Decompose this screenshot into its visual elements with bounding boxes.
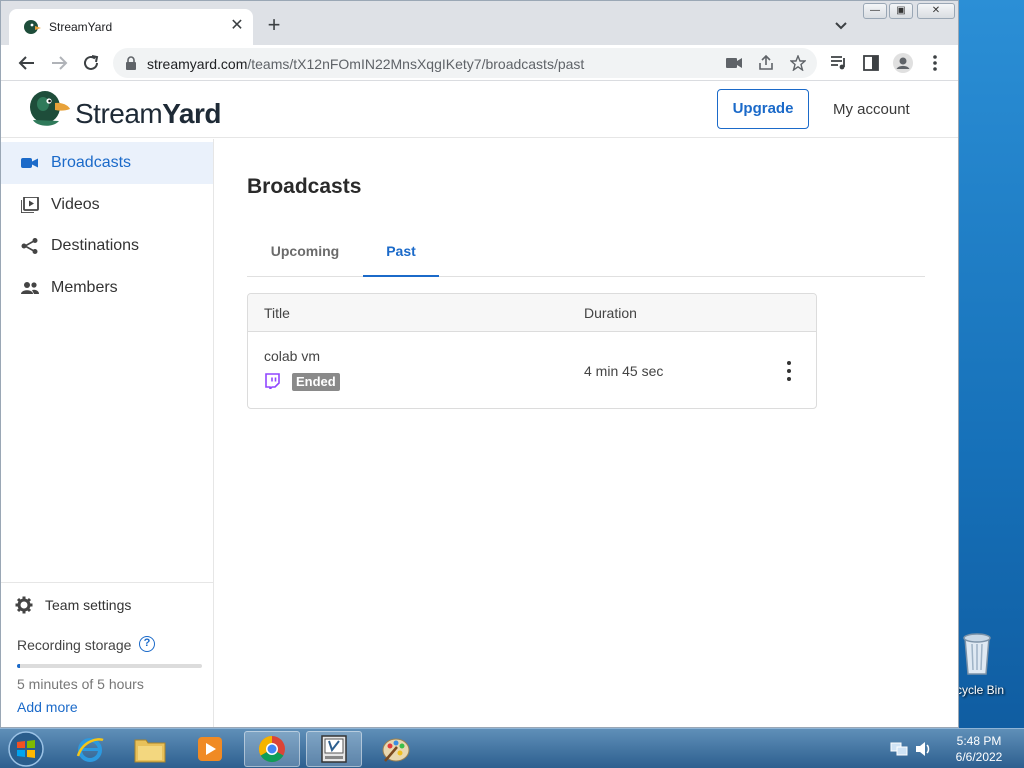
- window-controls: — ▣ ✕: [863, 1, 958, 21]
- sidebar-item-label: Destinations: [51, 237, 140, 254]
- maximize-icon[interactable]: ▣: [889, 3, 913, 19]
- sidebar-item-label: Videos: [51, 196, 100, 213]
- media-control-icon[interactable]: [827, 51, 851, 75]
- chrome-taskbar-icon[interactable]: [244, 731, 300, 767]
- close-window-icon[interactable]: ✕: [917, 3, 955, 19]
- sidebar-item-destinations[interactable]: Destinations: [1, 225, 213, 267]
- page-title: Broadcasts: [247, 175, 362, 198]
- profile-avatar-icon[interactable]: [891, 51, 915, 75]
- recycle-bin-icon: [963, 633, 991, 675]
- broadcast-duration: 4 min 45 sec: [584, 363, 664, 379]
- table-row[interactable]: colab vm Ended 4 min 45 sec: [248, 333, 816, 409]
- reload-icon[interactable]: [79, 51, 103, 75]
- browser-tab[interactable]: StreamYard ✕: [9, 9, 253, 45]
- more-options-icon[interactable]: [780, 359, 798, 383]
- streamyard-page: StreamYard Upgrade My account Broadcasts…: [1, 82, 958, 727]
- recycle-bin[interactable]: cycle Bin: [956, 630, 1024, 700]
- sidebar: Broadcasts Videos Destinations Members T…: [1, 139, 214, 727]
- system-clock[interactable]: 5:48 PM 6/6/2022: [944, 733, 1014, 765]
- sidebar-item-members[interactable]: Members: [1, 267, 213, 309]
- tab-past[interactable]: Past: [363, 227, 439, 277]
- gear-icon: [15, 596, 33, 614]
- sidebar-item-broadcasts[interactable]: Broadcasts: [1, 142, 213, 184]
- sidebar-item-videos[interactable]: Videos: [1, 184, 213, 226]
- internet-explorer-icon[interactable]: [62, 731, 118, 767]
- network-icon[interactable]: [890, 740, 908, 758]
- forward-icon[interactable]: [47, 51, 71, 75]
- browser-toolbar: streamyard.com/teams/tX12nFOmIN22MnsXqgI…: [1, 45, 958, 81]
- app-header: StreamYard Upgrade My account: [1, 82, 958, 138]
- logo-text: StreamYard: [75, 98, 221, 129]
- close-tab-icon[interactable]: ✕: [227, 16, 247, 36]
- url-host: streamyard.com: [147, 56, 248, 72]
- tab-strip: StreamYard ✕ + — ▣ ✕: [1, 1, 958, 45]
- sidebar-divider: [1, 582, 213, 583]
- storage-progress-fill: [17, 664, 21, 668]
- main-content: Broadcasts Upcoming Past Title Duration …: [215, 139, 958, 727]
- add-more-link[interactable]: Add more: [17, 699, 78, 715]
- streamyard-favicon-icon: [24, 20, 41, 34]
- clock-date: 6/6/2022: [955, 750, 1003, 764]
- broadcast-title[interactable]: colab vm: [264, 348, 320, 364]
- new-tab-icon[interactable]: +: [263, 14, 285, 37]
- minimize-icon[interactable]: —: [863, 3, 887, 19]
- my-account-link[interactable]: My account: [833, 101, 910, 118]
- table-header: Title Duration: [248, 294, 816, 332]
- video-camera-icon: [21, 158, 38, 168]
- twitch-icon: [265, 373, 280, 389]
- tab-upcoming[interactable]: Upcoming: [247, 227, 363, 277]
- column-header-title: Title: [264, 305, 290, 321]
- duck-logo-icon: [30, 91, 70, 126]
- tab-title: StreamYard: [49, 20, 113, 34]
- side-panel-icon[interactable]: [859, 51, 883, 75]
- sidebar-item-label: Members: [51, 279, 118, 296]
- people-icon: [21, 282, 39, 294]
- address-bar[interactable]: streamyard.com/teams/tX12nFOmIN22MnsXqgI…: [113, 48, 817, 78]
- paint-icon[interactable]: [368, 731, 424, 767]
- tab-search-chevron-icon[interactable]: [831, 16, 851, 36]
- upgrade-button[interactable]: Upgrade: [717, 89, 809, 129]
- status-badge: Ended: [292, 373, 340, 391]
- volume-icon[interactable]: [914, 740, 932, 758]
- recording-storage-label: Recording storage: [17, 637, 132, 653]
- media-player-icon[interactable]: [182, 731, 238, 767]
- streamyard-logo[interactable]: StreamYard: [27, 90, 237, 130]
- camera-icon[interactable]: [723, 53, 745, 73]
- broadcast-tabs: Upcoming Past: [247, 227, 925, 277]
- storage-usage-text: 5 minutes of 5 hours: [17, 676, 144, 692]
- lock-icon[interactable]: [125, 56, 137, 70]
- broadcasts-table: Title Duration colab vm Ended 4 min 45 s…: [247, 293, 817, 409]
- bookmark-star-icon[interactable]: [787, 53, 809, 73]
- team-settings-link[interactable]: Team settings: [15, 593, 205, 617]
- app-window-icon[interactable]: [306, 731, 362, 767]
- team-settings-label: Team settings: [45, 597, 132, 613]
- share-page-icon[interactable]: [755, 53, 777, 73]
- clock-time: 5:48 PM: [956, 734, 1002, 748]
- column-header-duration: Duration: [584, 305, 637, 321]
- browser-window: StreamYard ✕ + — ▣ ✕ streamyard.com/team…: [0, 0, 959, 728]
- help-icon[interactable]: ?: [139, 636, 155, 652]
- system-tray: [888, 737, 938, 761]
- sidebar-item-label: Broadcasts: [51, 154, 132, 171]
- recycle-bin-label: cycle Bin: [956, 683, 1005, 697]
- url-text[interactable]: streamyard.com/teams/tX12nFOmIN22MnsXqgI…: [147, 56, 584, 72]
- share-icon: [21, 238, 38, 254]
- video-library-icon: [21, 197, 39, 213]
- back-icon[interactable]: [15, 51, 39, 75]
- storage-progress-bar: [17, 664, 202, 668]
- url-path: /teams/tX12nFOmIN22MnsXqgIKety7/broadcas…: [247, 56, 585, 72]
- windows-taskbar: 5:48 PM 6/6/2022: [0, 728, 1024, 768]
- browser-menu-icon[interactable]: [923, 51, 947, 75]
- file-explorer-icon[interactable]: [122, 731, 178, 767]
- windows-start-icon[interactable]: [6, 730, 46, 768]
